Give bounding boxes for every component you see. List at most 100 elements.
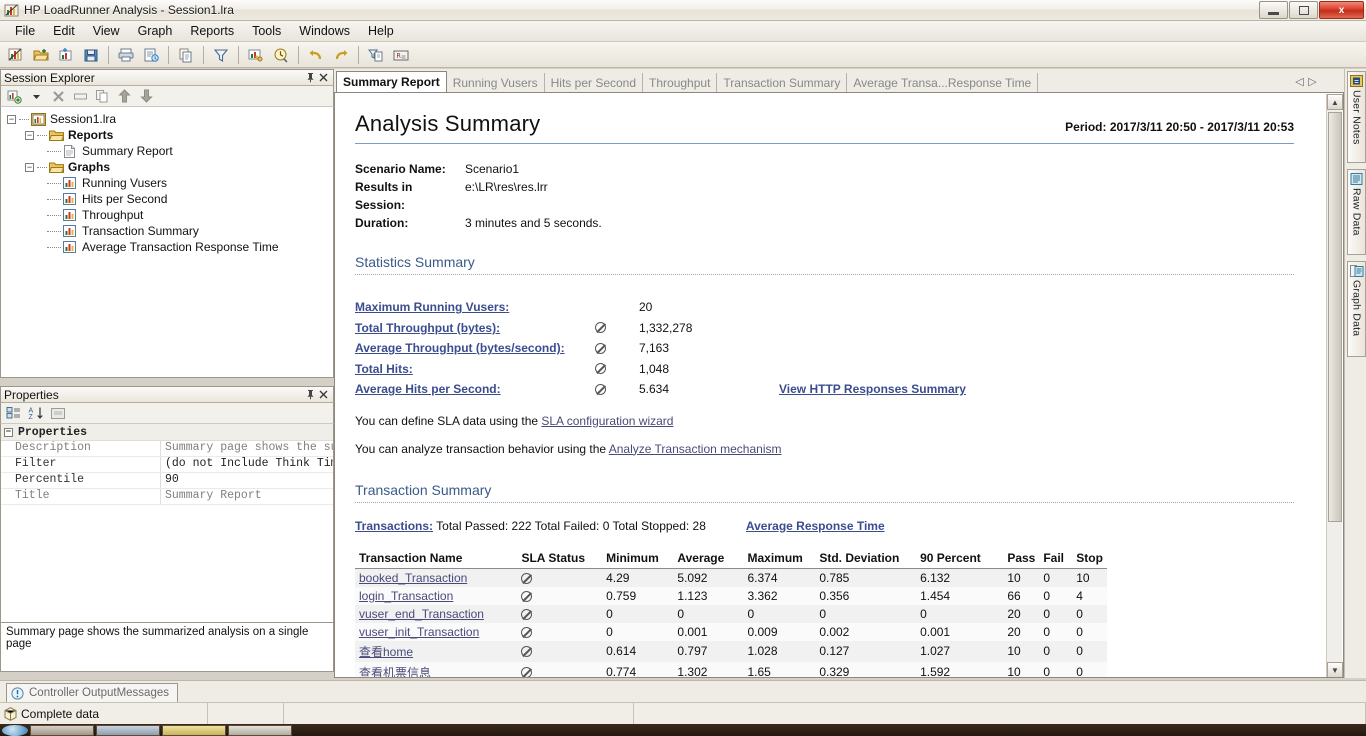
categorized-icon[interactable] bbox=[4, 404, 24, 422]
close-button[interactable]: x bbox=[1319, 1, 1364, 19]
tree-node-avg-transaction-response-time[interactable]: Average Transaction Response Time bbox=[7, 239, 333, 255]
stat-label[interactable]: Average Throughput (bytes/second): bbox=[355, 341, 595, 355]
print-icon[interactable] bbox=[114, 44, 138, 66]
taskbar-item[interactable] bbox=[162, 724, 226, 736]
property-pages-icon[interactable] bbox=[48, 404, 68, 422]
table-row[interactable]: 查看home 0.614 0.797 1.028 0.127 1.027 10 … bbox=[355, 640, 1107, 662]
transaction-name-link[interactable]: 查看机票信息 bbox=[359, 666, 431, 678]
move-down-icon[interactable] bbox=[136, 87, 156, 105]
transaction-name-link[interactable]: login_Transaction bbox=[359, 589, 453, 603]
tree-node-throughput[interactable]: Throughput bbox=[7, 207, 333, 223]
transaction-name-link[interactable]: vuser_init_Transaction bbox=[359, 625, 479, 639]
granularity-clock-icon[interactable] bbox=[269, 44, 293, 66]
property-row-title[interactable]: Title Summary Report bbox=[1, 489, 333, 505]
maximize-button[interactable] bbox=[1289, 1, 1318, 19]
property-row-percentile[interactable]: Percentile 90 bbox=[1, 473, 333, 489]
pin-icon[interactable] bbox=[304, 388, 317, 401]
undo-icon[interactable] bbox=[304, 44, 328, 66]
pin-icon[interactable] bbox=[304, 71, 317, 84]
transaction-name-link[interactable]: 查看home bbox=[359, 645, 413, 659]
menu-edit[interactable]: Edit bbox=[44, 22, 84, 40]
view-http-responses-summary-link[interactable]: View HTTP Responses Summary bbox=[779, 382, 966, 396]
tab-scroll-next-icon[interactable]: ▷ bbox=[1307, 75, 1318, 88]
save-icon[interactable] bbox=[79, 44, 103, 66]
menu-help[interactable]: Help bbox=[359, 22, 403, 40]
transaction-name-link[interactable]: booked_Transaction bbox=[359, 571, 467, 585]
properties-group-header[interactable]: − Properties bbox=[1, 424, 333, 441]
redo-icon[interactable] bbox=[329, 44, 353, 66]
analyze-transaction-mechanism-link[interactable]: Analyze Transaction mechanism bbox=[609, 442, 782, 456]
close-icon[interactable] bbox=[317, 71, 330, 84]
taskbar-item[interactable] bbox=[30, 724, 94, 736]
side-tab-user-notes[interactable]: User Notes bbox=[1347, 71, 1366, 163]
menu-graph[interactable]: Graph bbox=[129, 22, 182, 40]
table-row[interactable]: vuser_init_Transaction 0 0.001 0.009 0.0… bbox=[355, 622, 1107, 641]
collapse-toggle-icon[interactable]: − bbox=[25, 162, 34, 172]
filter-funnel-icon[interactable] bbox=[209, 44, 233, 66]
menu-tools[interactable]: Tools bbox=[243, 22, 290, 40]
add-graph-icon[interactable] bbox=[4, 87, 24, 105]
table-row[interactable]: 查看机票信息 0.774 1.302 1.65 0.329 1.592 10 0… bbox=[355, 661, 1107, 678]
tab-summary-report[interactable]: Summary Report bbox=[336, 71, 447, 93]
collapse-toggle-icon[interactable]: − bbox=[4, 427, 13, 437]
delete-icon[interactable] bbox=[48, 87, 68, 105]
menu-windows[interactable]: Windows bbox=[290, 22, 359, 40]
report-page-icon[interactable] bbox=[139, 44, 163, 66]
table-row[interactable]: vuser_end_Transaction 0 0 0 0 0 20 0 0 bbox=[355, 604, 1107, 623]
collapse-toggle-icon[interactable]: − bbox=[25, 130, 34, 140]
move-up-icon[interactable] bbox=[114, 87, 134, 105]
auto-filter-icon[interactable] bbox=[364, 44, 388, 66]
tab-average-transaction-response-time[interactable]: Average Transa...Response Time bbox=[847, 73, 1039, 93]
average-response-time-link[interactable]: Average Response Time bbox=[746, 519, 885, 533]
set-filter-icon[interactable] bbox=[244, 44, 268, 66]
close-icon[interactable] bbox=[317, 388, 330, 401]
start-orb-icon[interactable] bbox=[2, 724, 28, 736]
taskbar-item[interactable] bbox=[228, 724, 292, 736]
tree-node-session-root[interactable]: − Session1.lra bbox=[7, 111, 333, 127]
new-analysis-session-icon[interactable] bbox=[4, 44, 28, 66]
tree-node-reports[interactable]: − Reports bbox=[7, 127, 333, 143]
tree-node-summary-report[interactable]: Summary Report bbox=[7, 143, 333, 159]
tree-node-running-vusers[interactable]: Running Vusers bbox=[7, 175, 333, 191]
property-row-filter[interactable]: Filter (do not Include Think Time) bbox=[1, 457, 333, 473]
tree-node-graphs[interactable]: − Graphs bbox=[7, 159, 333, 175]
property-row-description[interactable]: Description Summary page shows the summa bbox=[1, 441, 333, 457]
table-row[interactable]: booked_Transaction 4.29 5.092 6.374 0.78… bbox=[355, 568, 1107, 587]
scrollbar-thumb[interactable] bbox=[1328, 112, 1342, 522]
report-vertical-scrollbar[interactable]: ▲ ▼ bbox=[1326, 94, 1343, 677]
tree-node-transaction-summary[interactable]: Transaction Summary bbox=[7, 223, 333, 239]
minimize-button[interactable] bbox=[1259, 1, 1288, 19]
menu-file[interactable]: File bbox=[6, 22, 44, 40]
alphabetical-sort-icon[interactable]: A Z bbox=[26, 404, 46, 422]
transaction-name-link[interactable]: vuser_end_Transaction bbox=[359, 607, 484, 621]
side-tab-graph-data[interactable]: Graph Data bbox=[1347, 261, 1366, 357]
duplicate-icon[interactable] bbox=[92, 87, 112, 105]
side-tab-raw-data[interactable]: Raw Data bbox=[1347, 169, 1366, 255]
stat-label[interactable]: Total Hits: bbox=[355, 362, 595, 376]
add-graph-icon[interactable] bbox=[54, 44, 78, 66]
rename-icon[interactable] bbox=[70, 87, 90, 105]
output-tab-controller-messages[interactable]: Controller OutputMessages bbox=[6, 683, 178, 702]
tree-node-hits-per-second[interactable]: Hits per Second bbox=[7, 191, 333, 207]
copy-graph-icon[interactable] bbox=[174, 44, 198, 66]
tab-hits-per-second[interactable]: Hits per Second bbox=[545, 73, 644, 93]
tab-transaction-summary[interactable]: Transaction Summary bbox=[717, 73, 848, 93]
stat-label[interactable]: Average Hits per Second: bbox=[355, 382, 595, 396]
stat-label[interactable]: Total Throughput (bytes): bbox=[355, 321, 595, 335]
transactions-label[interactable]: Transactions: bbox=[355, 519, 433, 533]
dropdown-arrow-icon[interactable] bbox=[26, 87, 46, 105]
collapse-toggle-icon[interactable]: − bbox=[7, 114, 16, 124]
tab-running-vusers[interactable]: Running Vusers bbox=[447, 73, 545, 93]
sla-configuration-wizard-link[interactable]: SLA configuration wizard bbox=[541, 414, 673, 428]
tab-throughput[interactable]: Throughput bbox=[643, 73, 718, 93]
menu-reports[interactable]: Reports bbox=[181, 22, 243, 40]
table-row[interactable]: login_Transaction 0.759 1.123 3.362 0.35… bbox=[355, 586, 1107, 605]
stat-label[interactable]: Maximum Running Vusers: bbox=[355, 300, 595, 314]
raw-data-icon[interactable]: R bbox=[389, 44, 413, 66]
scroll-down-icon[interactable]: ▼ bbox=[1327, 662, 1343, 677]
tab-scroll-prev-icon[interactable]: ◁ bbox=[1294, 75, 1305, 88]
open-folder-icon[interactable] bbox=[29, 44, 53, 66]
menu-view[interactable]: View bbox=[84, 22, 129, 40]
scroll-up-icon[interactable]: ▲ bbox=[1327, 94, 1343, 110]
taskbar-item[interactable] bbox=[96, 724, 160, 736]
